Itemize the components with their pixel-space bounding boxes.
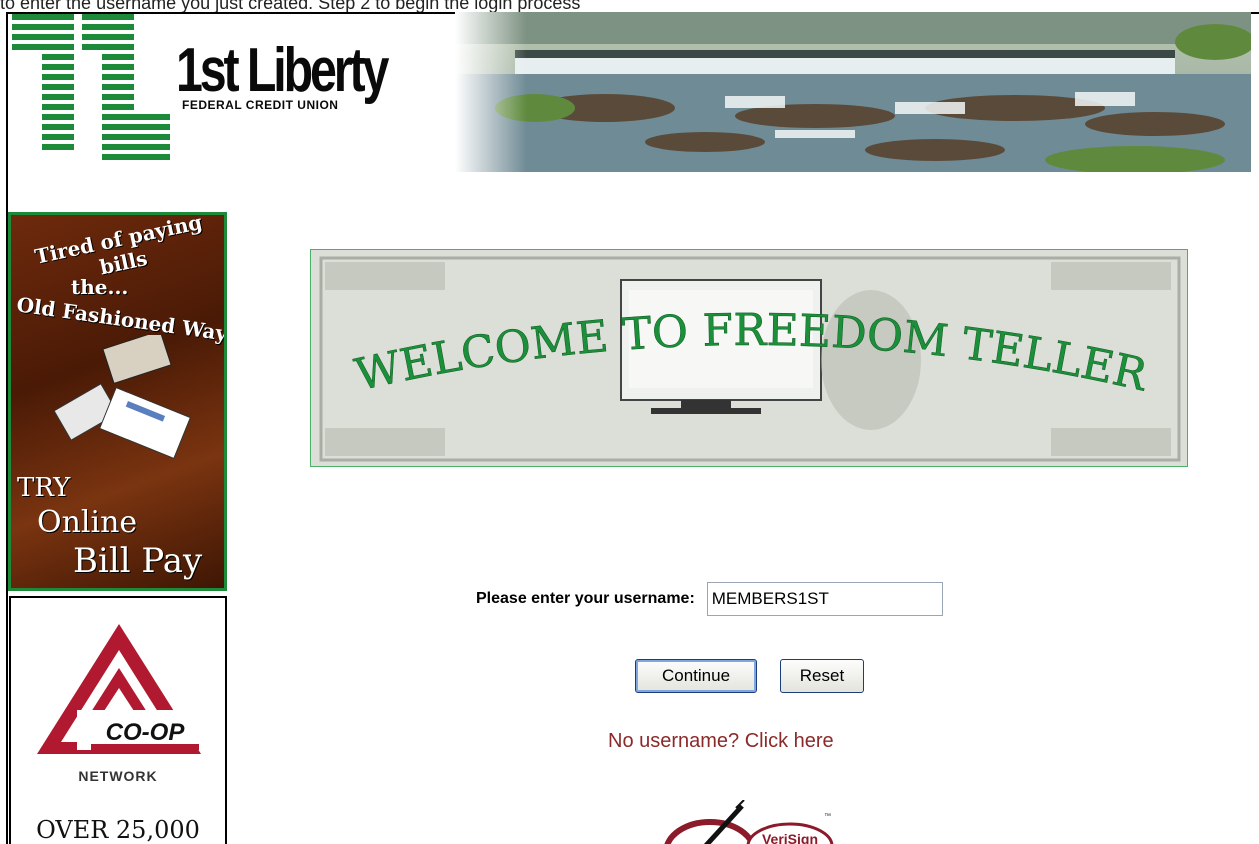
coop-network-label: NETWORK <box>78 768 158 784</box>
ad-online: Online <box>37 505 138 540</box>
username-row: Please enter your username: <box>476 582 943 616</box>
coop-network-ad[interactable]: CO-OP NETWORK OVER 25,000 <box>9 596 227 844</box>
ad-line-2: the... <box>71 275 129 299</box>
coop-network-logo-icon: CO-OP <box>37 624 201 754</box>
continue-button[interactable]: Continue <box>635 659 757 693</box>
currency-banner-graphic: WELCOME TO FREEDOM TELLER <box>311 250 1187 466</box>
coop-logo-text: CO-OP <box>106 719 186 746</box>
ad-try: TRY <box>17 473 71 503</box>
coop-over-text: OVER 25,000 <box>36 816 200 844</box>
reset-button[interactable]: Reset <box>780 659 864 693</box>
no-username-link[interactable]: No username? Click here <box>608 730 834 753</box>
logo-name: 1st Liberty <box>176 36 389 105</box>
waterfall-photo <box>455 12 1251 172</box>
ad-bill-pay: Bill Pay <box>73 541 203 581</box>
username-input[interactable] <box>706 582 943 616</box>
logo-wordmark[interactable]: 1st Liberty FEDERAL CREDIT UNION <box>176 36 446 113</box>
username-label: Please enter your username: <box>476 590 695 607</box>
welcome-banner: WELCOME TO FREEDOM TELLER <box>310 249 1188 467</box>
bills-and-checkbook-icon <box>53 335 191 460</box>
overlay-snippet: to enter the username you just created. … <box>0 0 581 12</box>
verisign-seal-icon[interactable]: VeriSign ™ <box>660 800 840 844</box>
verisign-text: VeriSign <box>762 831 818 844</box>
credit-union-logo-icon[interactable] <box>12 14 170 166</box>
online-bill-pay-ad[interactable]: Tired of paying bills the... Old Fashion… <box>8 212 227 591</box>
svg-text:™: ™ <box>824 813 831 820</box>
top-overlay-text: to enter the username you just created. … <box>0 0 1259 12</box>
